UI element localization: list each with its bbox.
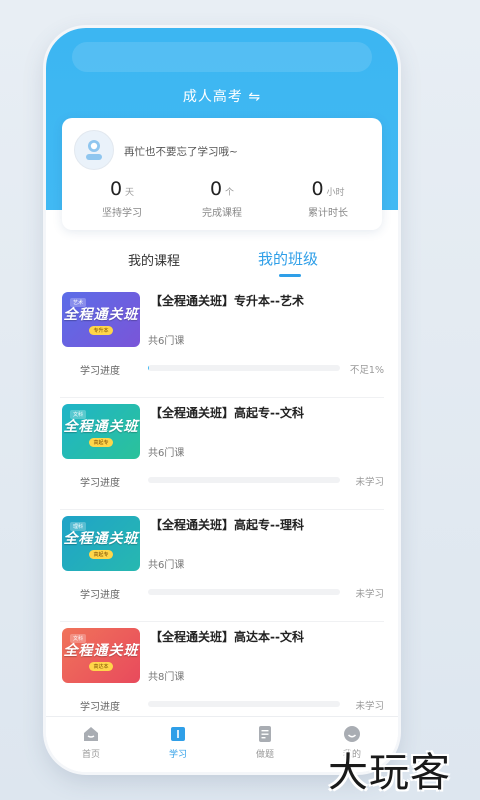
stat-unit: 小时 bbox=[326, 188, 345, 198]
nav-study[interactable]: 学习 bbox=[148, 725, 208, 760]
stat-hours: 0 小时 累计时长 bbox=[278, 178, 378, 219]
class-item[interactable]: 艺术 全程通关班 专升本 【全程通关班】专升本--艺术 共6门课 学习进度 不足… bbox=[60, 286, 384, 398]
stat-value: 0 bbox=[109, 178, 123, 200]
status-bar bbox=[72, 42, 372, 72]
progress-status: 未学习 bbox=[355, 589, 384, 600]
class-item[interactable]: 理科 全程通关班 高起专 【全程通关班】高起专--理科 共6门课 学习进度 未学… bbox=[60, 510, 384, 622]
thumbnail-tag: 艺术 bbox=[70, 298, 87, 307]
thumbnail-tag: 文科 bbox=[70, 410, 87, 419]
thumbnail-level: 高起专 bbox=[89, 550, 113, 559]
thumbnail-tag: 文科 bbox=[70, 634, 87, 643]
class-course-count: 共6门课 bbox=[148, 336, 185, 347]
phone-frame: 成人高考 ⇋ 再忙也不要忘了学习哦~ 0天 坚持学习 0个 完成课程 0 小时 累… bbox=[46, 28, 398, 772]
stat-value: 0 bbox=[209, 178, 223, 200]
progress-fill bbox=[148, 365, 149, 371]
progress-label: 学习进度 bbox=[80, 590, 120, 601]
stat-courses: 0个 完成课程 bbox=[172, 178, 272, 219]
nav-practice[interactable]: 做题 bbox=[235, 725, 295, 760]
home-icon bbox=[84, 727, 98, 741]
class-thumbnail[interactable]: 艺术 全程通关班 专升本 bbox=[62, 292, 140, 347]
thumbnail-title: 全程通关班 bbox=[63, 419, 139, 435]
class-thumbnail[interactable]: 文科 全程通关班 高达本 bbox=[62, 628, 140, 683]
tab-active-indicator bbox=[279, 274, 301, 277]
stats-card: 再忙也不要忘了学习哦~ 0天 坚持学习 0个 完成课程 0 小时 累计时长 bbox=[62, 118, 382, 230]
progress-bar bbox=[148, 365, 340, 371]
class-thumbnail[interactable]: 理科 全程通关班 高起专 bbox=[62, 516, 140, 571]
stat-days: 0天 坚持学习 bbox=[72, 178, 172, 219]
class-title[interactable]: 【全程通关班】高起专--文科 bbox=[150, 404, 304, 421]
class-course-count: 共6门课 bbox=[148, 560, 185, 571]
avatar[interactable] bbox=[74, 130, 114, 170]
progress-label: 学习进度 bbox=[80, 702, 120, 713]
progress-status: 不足1% bbox=[349, 365, 384, 376]
nav-label: 学习 bbox=[168, 750, 187, 760]
thumbnail-title: 全程通关班 bbox=[63, 531, 139, 547]
class-title[interactable]: 【全程通关班】高起专--理科 bbox=[150, 516, 304, 533]
tab-bar: 我的课程 我的班级 bbox=[46, 244, 398, 284]
stat-unit: 天 bbox=[125, 188, 135, 198]
progress-status: 未学习 bbox=[355, 701, 384, 712]
thumbnail-tag: 理科 bbox=[70, 522, 87, 531]
book-icon bbox=[171, 727, 185, 741]
stat-label: 完成课程 bbox=[202, 208, 242, 219]
thumbnail-level: 高起专 bbox=[89, 438, 113, 447]
thumbnail-title: 全程通关班 bbox=[63, 307, 139, 323]
thumbnail-title: 全程通关班 bbox=[63, 643, 139, 659]
tab-my-classes[interactable]: 我的班级 bbox=[258, 248, 318, 269]
class-course-count: 共8门课 bbox=[148, 672, 185, 683]
watermark-logo: 大玩客 bbox=[328, 750, 451, 796]
progress-status: 未学习 bbox=[355, 477, 384, 488]
class-item[interactable]: 文科 全程通关班 高起专 【全程通关班】高起专--文科 共6门课 学习进度 未学… bbox=[60, 398, 384, 510]
stat-label: 坚持学习 bbox=[102, 208, 142, 219]
thumbnail-level: 专升本 bbox=[89, 326, 113, 335]
thumbnail-level: 高达本 bbox=[89, 662, 113, 671]
nav-label: 首页 bbox=[81, 750, 100, 760]
class-title[interactable]: 【全程通关班】专升本--艺术 bbox=[150, 292, 304, 309]
page-title[interactable]: 成人高考 ⇋ bbox=[46, 86, 398, 106]
greeting-text: 再忙也不要忘了学习哦~ bbox=[124, 146, 238, 158]
nav-home[interactable]: 首页 bbox=[61, 725, 121, 760]
stat-value: 0 bbox=[311, 178, 324, 200]
progress-bar bbox=[148, 477, 340, 483]
progress-bar bbox=[148, 589, 340, 595]
progress-bar bbox=[148, 701, 340, 707]
stat-label: 累计时长 bbox=[308, 208, 348, 219]
class-title[interactable]: 【全程通关班】高达本--文科 bbox=[150, 628, 304, 645]
class-thumbnail[interactable]: 文科 全程通关班 高起专 bbox=[62, 404, 140, 459]
stat-unit: 个 bbox=[225, 188, 235, 198]
edit-icon bbox=[259, 726, 271, 742]
class-course-count: 共6门课 bbox=[148, 448, 185, 459]
tab-my-courses[interactable]: 我的课程 bbox=[128, 250, 180, 269]
avatar-icon bbox=[86, 140, 102, 160]
progress-label: 学习进度 bbox=[80, 366, 120, 377]
class-list: 艺术 全程通关班 专升本 【全程通关班】专升本--艺术 共6门课 学习进度 不足… bbox=[46, 286, 398, 734]
progress-label: 学习进度 bbox=[80, 478, 120, 489]
nav-label: 做题 bbox=[255, 750, 274, 760]
